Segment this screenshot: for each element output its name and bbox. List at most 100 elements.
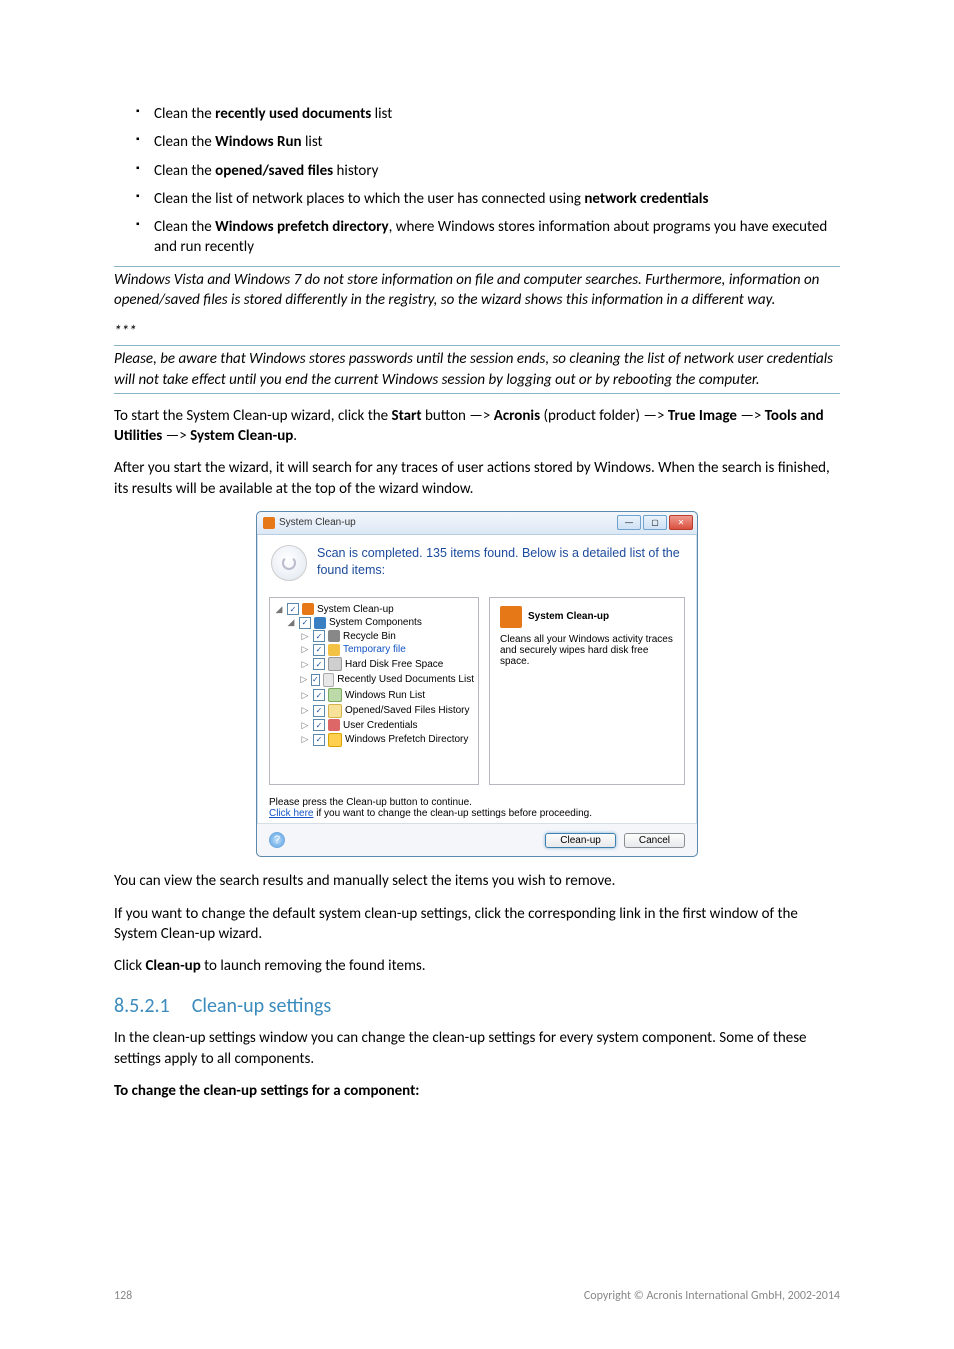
tree-label[interactable]: System Components xyxy=(329,617,422,628)
section-subheading: To change the clean-up settings for a co… xyxy=(114,1081,840,1101)
scan-icon xyxy=(271,545,307,581)
dialog-footer-text: Please press the Clean-up button to cont… xyxy=(257,791,697,823)
bullet-pre: Clean the xyxy=(154,162,215,180)
txt: Click xyxy=(114,957,145,975)
bullet-item: Clean the opened/saved files history xyxy=(136,161,840,181)
cleanup-button[interactable]: Clean-up xyxy=(545,833,616,848)
checkbox[interactable] xyxy=(313,705,325,717)
section-title: Clean-up settings xyxy=(192,994,331,1018)
feature-bullets: Clean the recently used documents list C… xyxy=(114,104,840,258)
help-icon[interactable]: ? xyxy=(269,832,285,848)
txt-bold: Clean-up xyxy=(145,957,200,975)
txt: (product folder) —> xyxy=(540,407,668,425)
tree-label[interactable]: Hard Disk Free Space xyxy=(345,659,443,670)
bullet-post: list xyxy=(371,105,392,123)
checkbox[interactable] xyxy=(313,644,325,656)
system-cleanup-dialog: System Clean-up — ▢ ✕ Scan is completed.… xyxy=(256,511,698,858)
tree-label[interactable]: Windows Prefetch Directory xyxy=(345,734,468,745)
user-icon xyxy=(328,719,340,731)
dialog-titlebar: System Clean-up — ▢ ✕ xyxy=(257,512,697,535)
expand-icon[interactable]: ▷ xyxy=(300,631,310,642)
bullet-post: history xyxy=(333,162,378,180)
tree-label[interactable]: Temporary file xyxy=(343,644,406,655)
checkbox[interactable] xyxy=(313,658,325,670)
desc-title: System Clean-up xyxy=(528,611,609,622)
bullet-bold: opened/saved files xyxy=(215,162,333,180)
txt-bold: Start xyxy=(392,407,422,425)
prefetch-icon xyxy=(328,733,342,747)
desc-body: Cleans all your Windows activity traces … xyxy=(500,634,674,667)
bullet-item: Clean the Windows Run list xyxy=(136,132,840,152)
paragraph-results: You can view the search results and manu… xyxy=(114,871,840,891)
bullet-post: list xyxy=(302,133,323,151)
change-settings-link[interactable]: Click here xyxy=(269,808,313,819)
copyright: Copyright © Acronis International GmbH, … xyxy=(584,1289,840,1303)
component-tree[interactable]: ◢ System Clean-up ◢ System Components ▷ Rec… xyxy=(269,597,479,786)
txt: —> xyxy=(737,407,765,425)
checkbox[interactable] xyxy=(311,674,321,686)
footer-line1: Please press the Clean-up button to cont… xyxy=(269,797,685,808)
expand-icon[interactable]: ◢ xyxy=(274,604,284,615)
bullet-bold: network credentials xyxy=(584,190,708,208)
expand-icon[interactable]: ▷ xyxy=(300,705,310,716)
checkbox[interactable] xyxy=(287,603,299,615)
checkbox[interactable] xyxy=(299,617,311,629)
expand-icon[interactable]: ◢ xyxy=(286,617,296,628)
checkbox[interactable] xyxy=(313,719,325,731)
tree-label[interactable]: User Credentials xyxy=(343,720,417,731)
app-icon xyxy=(263,517,275,529)
asterisk-separator: *** xyxy=(114,322,840,342)
footer-line2-rest: if you want to change the clean-up setti… xyxy=(313,808,592,819)
txt: To start the System Clean-up wizard, cli… xyxy=(114,407,392,425)
bullet-bold: Windows prefetch directory xyxy=(215,218,389,236)
bullet-item: Clean the list of network places to whic… xyxy=(136,189,840,209)
dialog-button-row: ? Clean-up Cancel xyxy=(257,823,697,856)
expand-icon[interactable]: ▷ xyxy=(300,659,310,670)
recycle-bin-icon xyxy=(328,630,340,642)
section-number: 8.5.2.1 xyxy=(114,994,170,1018)
bullet-item: Clean the Windows prefetch directory, wh… xyxy=(136,217,840,258)
section-heading: 8.5.2.1 Clean-up settings xyxy=(114,994,840,1018)
start-instructions: To start the System Clean-up wizard, cli… xyxy=(114,406,840,447)
page-number: 128 xyxy=(114,1289,132,1303)
paragraph-click-cleanup: Click Clean-up to launch removing the fo… xyxy=(114,956,840,976)
system-icon xyxy=(500,606,522,628)
dialog-title: System Clean-up xyxy=(279,517,617,528)
note-passwords: Please, be aware that Windows stores pas… xyxy=(114,345,840,394)
checkbox[interactable] xyxy=(313,689,325,701)
txt: to launch removing the found items. xyxy=(201,957,426,975)
expand-icon[interactable]: ▷ xyxy=(300,734,310,745)
txt: —> xyxy=(162,427,190,445)
checkbox[interactable] xyxy=(313,734,325,746)
expand-icon[interactable]: ▷ xyxy=(300,674,308,685)
expand-icon[interactable]: ▷ xyxy=(300,720,310,731)
txt-bold: True Image xyxy=(668,407,737,425)
txt: . xyxy=(293,427,297,445)
tree-label[interactable]: Opened/Saved Files History xyxy=(345,705,470,716)
txt-bold: To change the clean-up settings for a co… xyxy=(114,1082,419,1100)
components-icon xyxy=(314,617,326,629)
tree-label[interactable]: System Clean-up xyxy=(317,604,394,615)
saved-files-icon xyxy=(328,704,342,718)
minimize-button[interactable]: — xyxy=(617,515,641,530)
bullet-item: Clean the recently used documents list xyxy=(136,104,840,124)
maximize-button[interactable]: ▢ xyxy=(643,515,667,530)
temp-file-icon xyxy=(328,644,340,656)
documents-icon xyxy=(323,673,334,687)
description-pane: System Clean-up Cleans all your Windows … xyxy=(489,597,685,786)
paragraph-change-defaults: If you want to change the default system… xyxy=(114,904,840,945)
expand-icon[interactable]: ▷ xyxy=(300,690,310,701)
tree-label[interactable]: Recently Used Documents List xyxy=(337,674,474,685)
bullet-pre: Clean the xyxy=(154,218,215,236)
tree-label[interactable]: Windows Run List xyxy=(345,690,425,701)
run-icon xyxy=(328,688,342,702)
section-paragraph: In the clean-up settings window you can … xyxy=(114,1028,840,1069)
page-footer: 128 Copyright © Acronis International Gm… xyxy=(114,1289,840,1303)
txt-bold: System Clean-up xyxy=(190,427,293,445)
checkbox[interactable] xyxy=(313,630,325,642)
expand-icon[interactable]: ▷ xyxy=(300,644,310,655)
txt-bold: Acronis xyxy=(494,407,540,425)
cancel-button[interactable]: Cancel xyxy=(624,833,685,848)
close-button[interactable]: ✕ xyxy=(669,515,693,530)
tree-label[interactable]: Recycle Bin xyxy=(343,631,396,642)
